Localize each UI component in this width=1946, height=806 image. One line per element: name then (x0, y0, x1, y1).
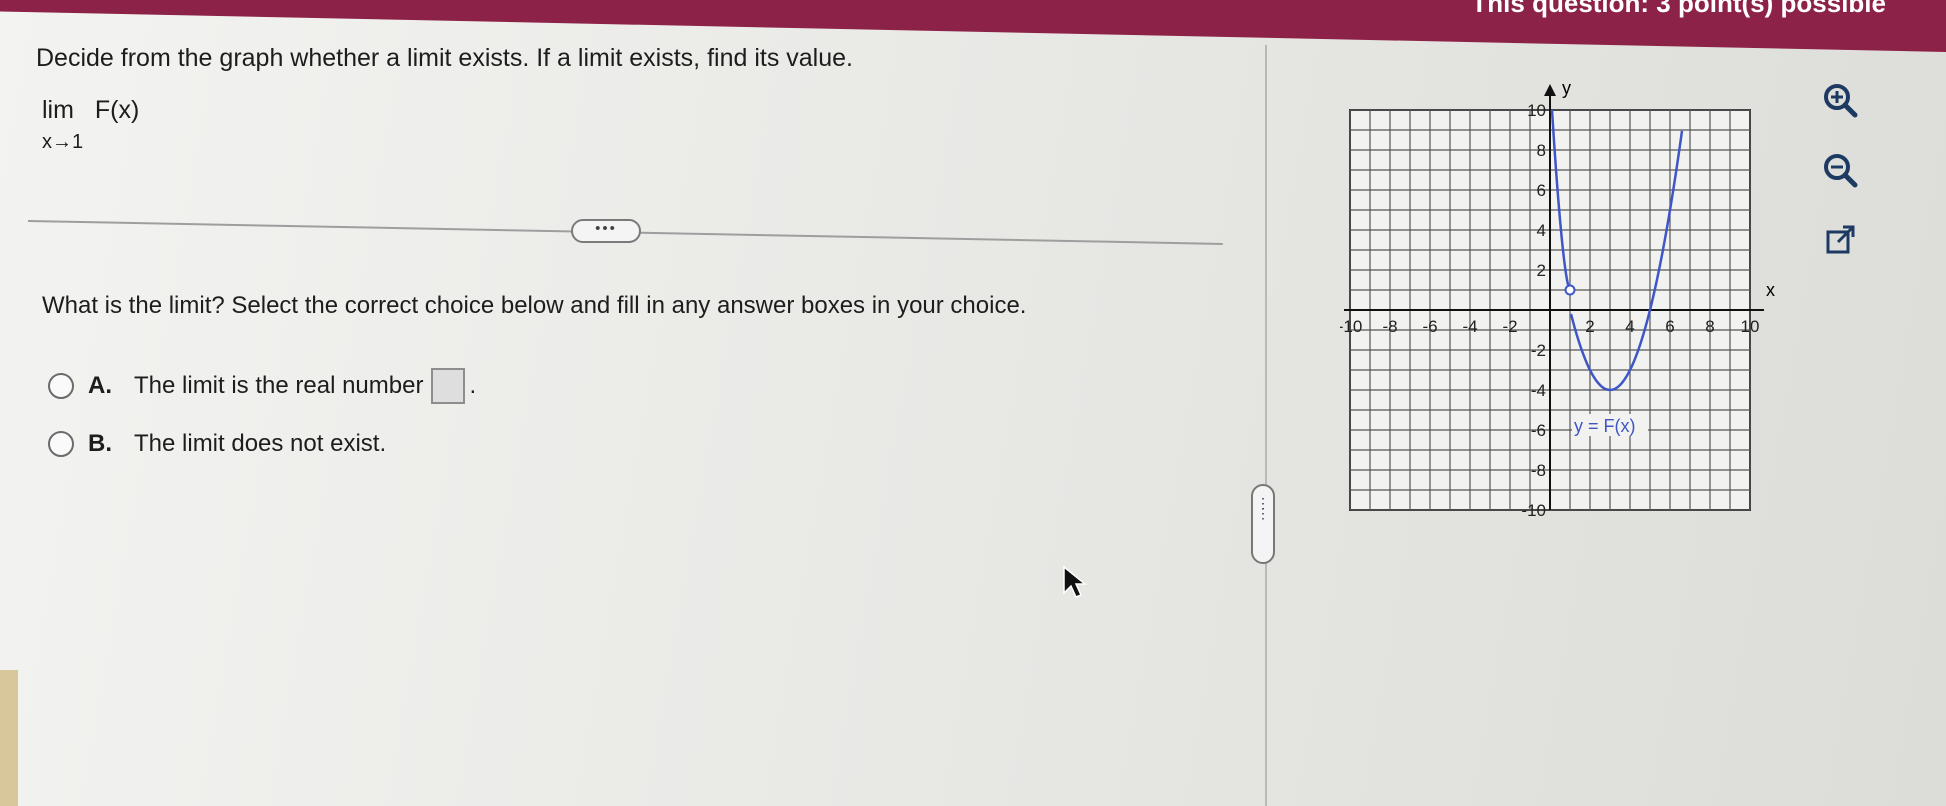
x-tick-label: 6 (1665, 317, 1674, 336)
x-tick-label: 2 (1585, 317, 1594, 336)
mouse-cursor-icon (1063, 565, 1088, 598)
y-tick-label: -4 (1531, 381, 1546, 400)
splitter-handle[interactable]: ⋮ ⋮ (1251, 484, 1275, 564)
y-tick-label: -2 (1531, 341, 1546, 360)
choice-a-letter: A. (88, 372, 112, 399)
x-tick-label: -8 (1382, 317, 1397, 336)
expand-more-button[interactable]: ••• (571, 219, 641, 243)
y-tick-label: 10 (1527, 101, 1546, 120)
points-text: This question: 3 point(s) possible (1471, 0, 1886, 18)
y-tick-label: -8 (1531, 461, 1546, 480)
question-instruction: Decide from the graph whether a limit ex… (36, 44, 853, 72)
choice-b-text: The limit does not exist. (134, 430, 387, 457)
x-tick-label: -10 (1340, 317, 1362, 336)
popout-button[interactable] (1818, 218, 1864, 264)
zoom-in-icon (1824, 84, 1858, 118)
x-tick-label: 4 (1625, 317, 1634, 336)
zoom-out-icon (1824, 154, 1858, 188)
x-tick-label: 10 (1741, 317, 1760, 336)
choice-b[interactable]: B. The limit does not exist. (48, 430, 386, 458)
choice-b-radio[interactable] (48, 431, 74, 457)
x-axis-label: x (1766, 280, 1775, 300)
graph-toolbar (1818, 78, 1864, 288)
x-tick-label: -6 (1422, 317, 1437, 336)
limit-subscript: x→1 (42, 131, 84, 153)
choice-a-suffix: . (469, 372, 477, 399)
left-edge-tab (0, 670, 18, 806)
x-tick-label: -4 (1462, 317, 1477, 336)
choice-a-text: The limit is the real number (134, 372, 424, 399)
choice-b-letter: B. (88, 430, 112, 457)
limit-expression: lim F(x) x→1 (42, 96, 153, 154)
zoom-in-button[interactable] (1818, 78, 1864, 124)
answer-input-box[interactable] (431, 368, 466, 404)
y-tick-label: 6 (1537, 181, 1546, 200)
pane-splitter (1265, 45, 1267, 806)
y-tick-label: 2 (1537, 261, 1546, 280)
y-axis-label: y (1562, 78, 1571, 98)
y-tick-label: 4 (1537, 221, 1546, 240)
limit-lim: lim (42, 96, 74, 124)
y-tick-label: -6 (1531, 421, 1546, 440)
curve-label: y = F(x) (1574, 416, 1636, 436)
popout-icon (1826, 225, 1855, 254)
limit-function: F(x) (94, 96, 140, 124)
y-tick-label: 8 (1537, 141, 1546, 160)
choice-a[interactable]: A. The limit is the real number . (48, 368, 476, 404)
choice-a-radio[interactable] (48, 373, 74, 399)
zoom-out-button[interactable] (1818, 148, 1864, 194)
y-tick-label: -10 (1521, 501, 1546, 520)
x-tick-label: 8 (1705, 317, 1714, 336)
y-axis-arrow (1544, 84, 1556, 96)
function-graph: x y -10 -8 -6 -4 -2 2 4 6 8 10 10 8 6 4 2 -2 -4 -6 -8 -10 y = … (1340, 78, 1775, 520)
x-tick-label: -2 (1502, 317, 1517, 336)
answer-prompt: What is the limit? Select the correct ch… (42, 292, 1027, 319)
open-point-marker (1564, 284, 1576, 296)
